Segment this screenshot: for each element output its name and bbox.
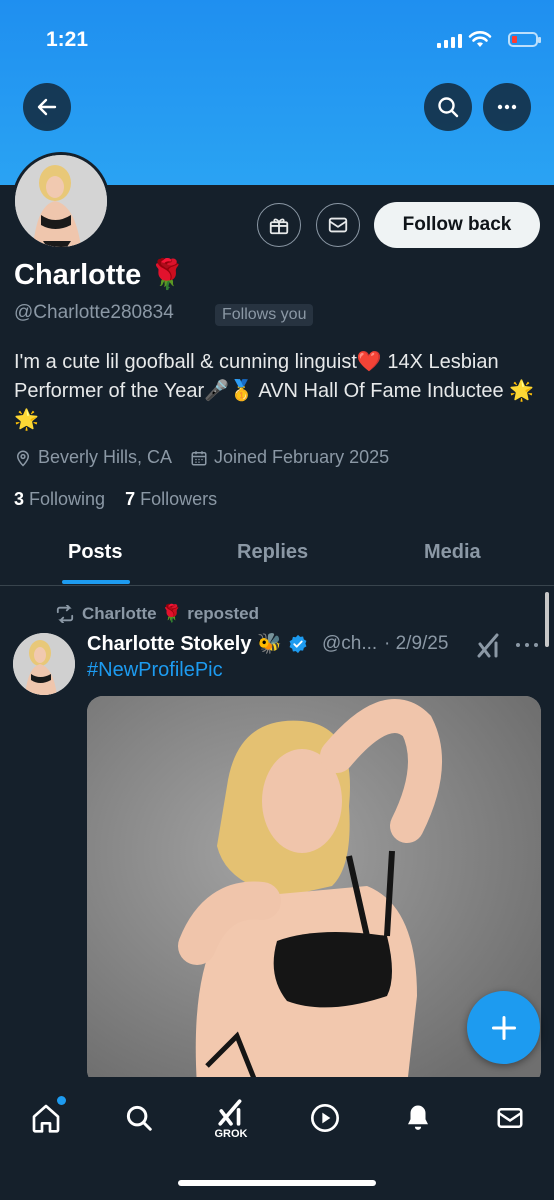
mail-icon bbox=[328, 217, 348, 233]
post-author-handle: @ch... bbox=[322, 633, 378, 654]
nav-notifications[interactable] bbox=[396, 1096, 440, 1140]
search-button[interactable] bbox=[424, 83, 472, 131]
play-icon bbox=[311, 1104, 339, 1132]
post-date: · 2/9/25 bbox=[384, 633, 449, 654]
post-text-hashtag[interactable]: #NewProfilePic bbox=[87, 659, 223, 682]
tabs-divider bbox=[0, 585, 554, 586]
home-icon bbox=[32, 1104, 60, 1133]
followers-label: Followers bbox=[140, 489, 218, 509]
grok-icon bbox=[218, 1099, 242, 1126]
tab-media[interactable]: Media bbox=[424, 541, 481, 564]
profile-joined: Joined February 2025 bbox=[190, 447, 389, 468]
post-author-name: Charlotte Stokely 🐝 bbox=[87, 633, 282, 655]
tab-posts[interactable]: Posts bbox=[68, 541, 122, 564]
followers-link[interactable]: 7 Followers bbox=[125, 489, 217, 509]
nav-home[interactable] bbox=[24, 1096, 68, 1140]
compose-button[interactable] bbox=[467, 991, 540, 1064]
bell-icon bbox=[408, 1105, 428, 1130]
home-indicator[interactable] bbox=[178, 1180, 376, 1186]
profile-handle: @Charlotte280834 bbox=[14, 302, 174, 323]
profile-bio: I'm a cute lil goofball & cunning lingui… bbox=[14, 351, 535, 431]
repost-context: Charlotte 🌹 reposted bbox=[54, 604, 259, 624]
grok-icon[interactable] bbox=[476, 632, 502, 658]
profile-avatar[interactable] bbox=[12, 152, 110, 250]
post-more-icon[interactable] bbox=[515, 638, 539, 652]
follows-you-badge: Follows you bbox=[215, 304, 314, 326]
profile-location: Beverly Hills, CA bbox=[14, 447, 172, 468]
nav-video[interactable] bbox=[303, 1096, 347, 1140]
nav-search[interactable] bbox=[117, 1096, 161, 1140]
plus-icon bbox=[491, 1015, 516, 1040]
joined-text: Joined February 2025 bbox=[214, 447, 390, 467]
status-time: 1:21 bbox=[46, 28, 89, 51]
search-icon bbox=[126, 1105, 152, 1131]
calendar-icon bbox=[191, 450, 207, 465]
wifi-icon bbox=[468, 31, 492, 47]
follow-counts: 3 Following 7 Followers bbox=[14, 489, 217, 510]
following-label: Following bbox=[29, 489, 106, 509]
status-bar: 1:21 bbox=[0, 24, 554, 64]
following-link[interactable]: 3 Following bbox=[14, 489, 105, 509]
verified-badge-icon bbox=[289, 634, 307, 653]
post-author[interactable]: Charlotte Stokely 🐝 bbox=[87, 631, 308, 656]
battery-icon bbox=[508, 32, 541, 47]
followers-count: 7 bbox=[125, 489, 136, 509]
repost-icon bbox=[56, 605, 74, 623]
location-pin-icon bbox=[16, 450, 30, 467]
more-icon bbox=[497, 104, 517, 110]
back-arrow-icon bbox=[37, 98, 57, 116]
gift-icon bbox=[269, 218, 289, 235]
active-tab-indicator bbox=[62, 580, 130, 584]
post-author-avatar[interactable] bbox=[13, 633, 75, 695]
mail-icon bbox=[497, 1108, 523, 1128]
scrollbar[interactable] bbox=[545, 592, 549, 647]
nav-grok[interactable]: GROK bbox=[209, 1091, 253, 1147]
follow-back-button[interactable]: Follow back bbox=[374, 202, 540, 248]
signal-icon bbox=[437, 34, 462, 48]
nav-messages[interactable] bbox=[488, 1096, 532, 1140]
more-button[interactable] bbox=[483, 83, 531, 131]
location-text: Beverly Hills, CA bbox=[38, 447, 173, 467]
repost-label: Charlotte 🌹 reposted bbox=[82, 604, 260, 623]
profile-name: Charlotte 🌹 bbox=[14, 259, 186, 291]
home-notification-dot bbox=[57, 1096, 66, 1105]
back-button[interactable] bbox=[23, 83, 71, 131]
search-icon bbox=[438, 97, 459, 118]
grok-label: GROK bbox=[214, 1128, 248, 1140]
gift-button[interactable] bbox=[257, 203, 301, 247]
message-button[interactable] bbox=[316, 203, 360, 247]
following-count: 3 bbox=[14, 489, 25, 509]
tab-replies[interactable]: Replies bbox=[237, 541, 308, 564]
